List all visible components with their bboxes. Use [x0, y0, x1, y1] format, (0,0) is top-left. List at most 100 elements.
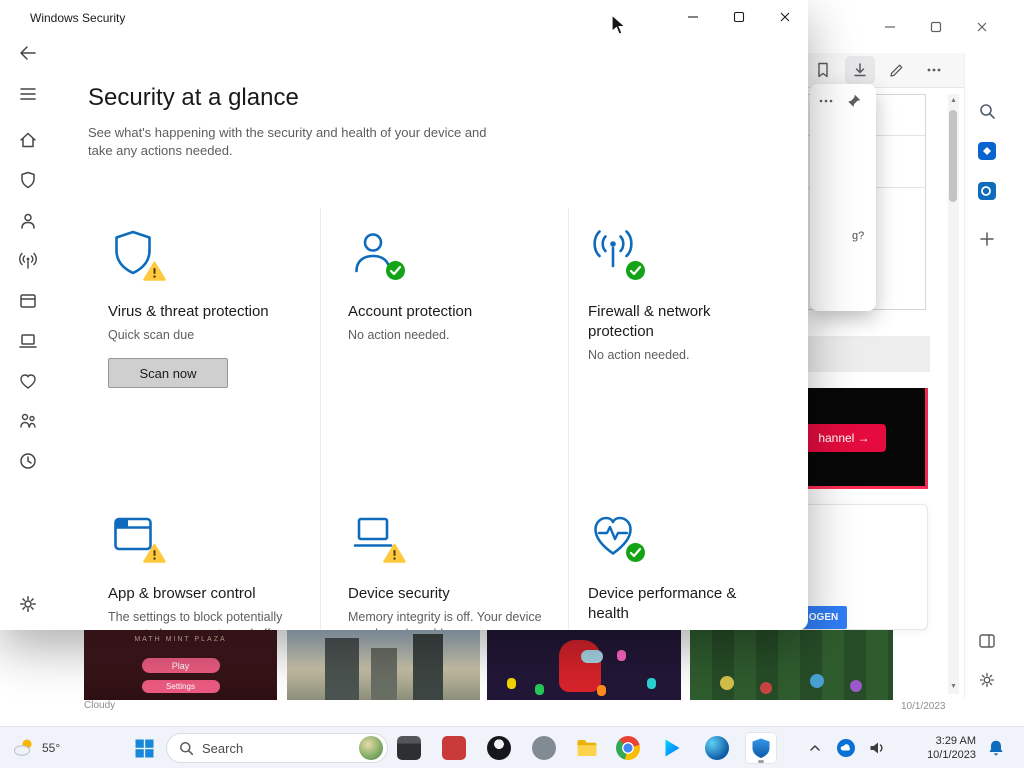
windows-security-icon[interactable]	[745, 732, 777, 764]
edge-window-controls	[867, 13, 1005, 41]
sidebar-item-device-security[interactable]	[18, 331, 38, 351]
page-title: Security at a glance	[88, 84, 299, 111]
sidebar-item-home[interactable]	[18, 130, 38, 150]
obs-icon[interactable]	[483, 732, 515, 764]
edge-minimize-button[interactable]	[867, 13, 913, 41]
game-thumbnail-1[interactable]: MATH MINT PLAZA Play Settings	[84, 630, 277, 700]
card-account-protection[interactable]: Account protection No action needed.	[348, 228, 563, 344]
heart-check-icon	[588, 510, 645, 566]
active-app-indicator	[758, 760, 764, 763]
app-icon-red[interactable]	[438, 732, 470, 764]
sidebar-item-device-performance[interactable]	[18, 371, 38, 391]
downloads-icon[interactable]	[845, 56, 875, 84]
weather-condition-text: Cloudy	[84, 700, 116, 711]
card-virus-threat-protection[interactable]: Virus & threat protection Quick scan due…	[108, 228, 323, 388]
card-status: Quick scan due	[108, 328, 195, 342]
edge-close-button[interactable]	[959, 13, 1005, 41]
shield-warning-icon	[108, 228, 166, 284]
close-button[interactable]	[762, 0, 808, 34]
settings-button[interactable]: Settings	[141, 680, 220, 693]
card-app-browser-control[interactable]: App & browser control The settings to bl…	[108, 510, 323, 630]
edge-toolbar	[806, 53, 964, 88]
sidebar-item-app-browser[interactable]	[18, 291, 38, 311]
sidebar-item-family[interactable]	[18, 411, 38, 431]
card-status: The settings to block potentially unwant…	[108, 610, 283, 630]
weather-icon	[14, 739, 32, 756]
search-highlight-avatar[interactable]	[359, 736, 383, 760]
sidebar-panel-icon[interactable]	[976, 630, 998, 652]
edge-maximize-button[interactable]	[913, 13, 959, 41]
back-icon[interactable]	[18, 43, 38, 63]
scroll-down-icon[interactable]: ▼	[948, 682, 959, 692]
desktop: b g? hannel → OGEN ▲ ▼ MATH MINT PLAZA P…	[0, 0, 1024, 768]
game1-title: MATH MINT PLAZA	[134, 636, 227, 643]
game-thumbnail-3[interactable]	[487, 630, 681, 700]
window-title: Windows Security	[30, 11, 126, 25]
sidebar-search-icon[interactable]	[976, 100, 998, 122]
taskbar-search[interactable]: Search	[166, 733, 388, 763]
menu-icon[interactable]	[18, 84, 38, 104]
app-icon-dark-window[interactable]	[393, 732, 425, 764]
card-title: Firewall & network protection	[588, 303, 711, 340]
taskbar: 55° Search 3:29 AM 10/1/2023	[0, 726, 1024, 768]
clock-date: 10/1/2023	[927, 749, 976, 761]
card-status: Memory integrity is off. Your device may…	[348, 610, 542, 630]
device-warning-icon	[348, 510, 406, 566]
card-status: No action needed.	[588, 348, 690, 362]
scrollbar-thumb[interactable]	[949, 110, 957, 202]
card-title: Virus & threat protection	[108, 303, 269, 320]
play-button[interactable]: Play	[141, 658, 220, 673]
settings-gear-icon[interactable]	[18, 594, 38, 614]
sidebar-item-history[interactable]	[18, 451, 38, 471]
more-options-icon[interactable]	[919, 56, 949, 84]
card-title: Device security	[348, 585, 450, 602]
app-icon-gray[interactable]	[528, 732, 560, 764]
card-status: No action needed.	[348, 328, 450, 342]
clock-time: 3:29 AM	[935, 735, 976, 747]
person-check-icon	[348, 228, 405, 284]
sidebar-item-firewall[interactable]	[18, 251, 38, 271]
outlook-icon[interactable]	[976, 180, 998, 202]
game-thumbnail-2[interactable]	[287, 630, 480, 700]
google-play-icon[interactable]	[656, 732, 688, 764]
flyout-link-fragment[interactable]: g?	[852, 230, 864, 242]
taskbar-weather-widget[interactable]: 55°	[4, 727, 68, 768]
chrome-icon[interactable]	[612, 732, 644, 764]
card-device-security[interactable]: Device security Memory integrity is off.…	[348, 510, 563, 630]
windows-security-window: Windows Security Security at a glance Se…	[0, 0, 808, 630]
maximize-button[interactable]	[716, 0, 762, 34]
web-capture-icon[interactable]	[882, 56, 912, 84]
pin-icon[interactable]	[846, 93, 862, 114]
app-window-warning-icon	[108, 510, 166, 566]
sidebar-item-account[interactable]	[18, 211, 38, 231]
taskbar-clock[interactable]: 3:29 AM 10/1/2023	[894, 734, 976, 762]
favorites-icon[interactable]	[808, 56, 838, 84]
notification-bell-icon[interactable]	[980, 732, 1012, 764]
file-explorer-icon[interactable]	[571, 732, 603, 764]
card-device-performance[interactable]: Device performance & health No action ne…	[588, 510, 803, 630]
flyout-more-icon[interactable]	[818, 94, 834, 113]
edge-sidebar-rail	[964, 54, 1008, 700]
card-title: App & browser control	[108, 585, 256, 602]
subscribe-channel-button[interactable]: hannel →	[802, 424, 886, 452]
scroll-up-icon[interactable]: ▲	[948, 96, 959, 106]
sidebar-item-virus-threat[interactable]	[18, 170, 38, 190]
column-divider	[568, 208, 569, 630]
scan-now-button[interactable]: Scan now	[108, 358, 228, 388]
page-subtitle: See what's happening with the security a…	[88, 125, 487, 158]
game-thumbnail-4[interactable]	[690, 630, 893, 700]
search-icon	[180, 741, 194, 755]
tray-chevron-icon[interactable]	[799, 732, 831, 764]
sidebar-settings-icon[interactable]	[976, 669, 998, 691]
add-sidebar-item-icon[interactable]	[976, 228, 998, 250]
card-firewall-network[interactable]: Firewall & network protection No action …	[588, 228, 803, 364]
minimize-button[interactable]	[670, 0, 716, 34]
edge-scrollbar[interactable]: ▲ ▼	[948, 94, 959, 694]
start-button[interactable]	[128, 732, 160, 764]
onedrive-icon[interactable]	[830, 732, 862, 764]
page-gray-button[interactable]	[798, 336, 930, 372]
volume-icon[interactable]	[861, 732, 893, 764]
microsoft-365-icon[interactable]	[976, 140, 998, 162]
network-check-icon	[588, 228, 645, 284]
edge-icon[interactable]	[701, 732, 733, 764]
